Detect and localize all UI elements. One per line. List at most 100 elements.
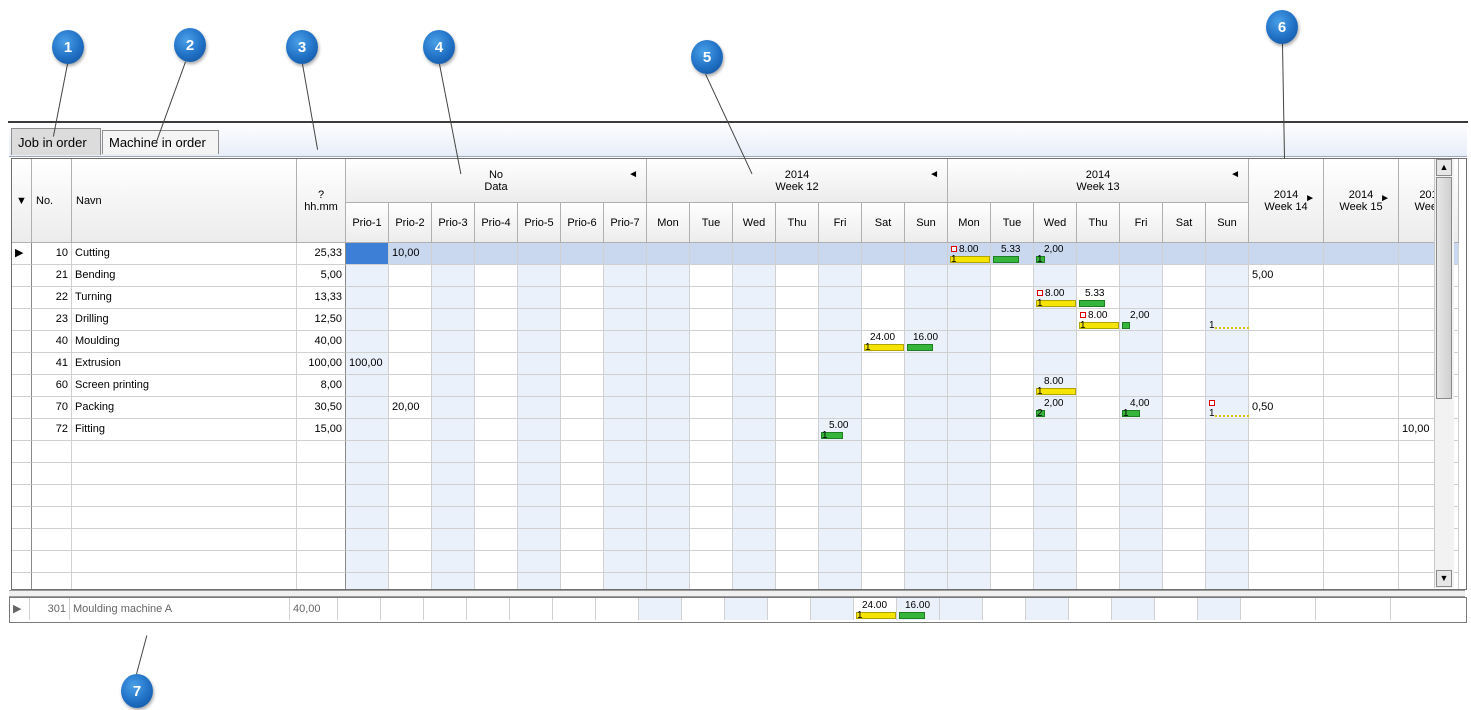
schedule-cell[interactable] bbox=[561, 529, 604, 551]
schedule-cell[interactable] bbox=[905, 485, 948, 507]
schedule-cell[interactable] bbox=[1324, 419, 1399, 441]
schedule-cell[interactable] bbox=[475, 287, 518, 309]
machine-cell[interactable] bbox=[424, 598, 467, 620]
schedule-cell[interactable] bbox=[1120, 287, 1163, 309]
schedule-cell[interactable] bbox=[1120, 419, 1163, 441]
schedule-cell[interactable] bbox=[1206, 265, 1249, 287]
schedule-cell[interactable] bbox=[1324, 331, 1399, 353]
schedule-cell[interactable] bbox=[1163, 419, 1206, 441]
tab-job-in-order[interactable]: Job in order bbox=[11, 128, 101, 155]
row-name[interactable]: Turning bbox=[72, 287, 297, 309]
schedule-cell[interactable] bbox=[862, 397, 905, 419]
row-name[interactable]: Moulding bbox=[72, 331, 297, 353]
schedule-cell[interactable] bbox=[819, 243, 862, 265]
row-indicator[interactable] bbox=[12, 441, 32, 463]
schedule-cell[interactable] bbox=[518, 441, 561, 463]
schedule-cell[interactable] bbox=[733, 463, 776, 485]
schedule-cell[interactable] bbox=[776, 309, 819, 331]
schedule-cell[interactable] bbox=[690, 353, 733, 375]
schedule-cell[interactable] bbox=[561, 463, 604, 485]
schedule-cell[interactable] bbox=[733, 397, 776, 419]
row-indicator[interactable] bbox=[12, 375, 32, 397]
schedule-cell[interactable] bbox=[905, 529, 948, 551]
machine-cell[interactable] bbox=[983, 598, 1026, 620]
schedule-cell[interactable] bbox=[1034, 507, 1077, 529]
schedule-cell[interactable] bbox=[604, 397, 647, 419]
schedule-cell[interactable] bbox=[1206, 353, 1249, 375]
schedule-cell[interactable] bbox=[432, 353, 475, 375]
schedule-cell[interactable] bbox=[1324, 529, 1399, 551]
schedule-cell[interactable] bbox=[733, 309, 776, 331]
schedule-cell[interactable] bbox=[1163, 331, 1206, 353]
schedule-cell[interactable] bbox=[819, 397, 862, 419]
schedule-cell[interactable] bbox=[948, 353, 991, 375]
schedule-cell[interactable] bbox=[389, 265, 432, 287]
schedule-cell[interactable] bbox=[604, 309, 647, 331]
schedule-cell[interactable] bbox=[1034, 353, 1077, 375]
schedule-cell[interactable] bbox=[1206, 331, 1249, 353]
schedule-cell[interactable] bbox=[776, 551, 819, 573]
schedule-cell[interactable] bbox=[819, 485, 862, 507]
schedule-cell[interactable] bbox=[432, 441, 475, 463]
schedule-cell[interactable] bbox=[1163, 573, 1206, 589]
schedule-cell[interactable] bbox=[518, 529, 561, 551]
schedule-cell[interactable] bbox=[518, 507, 561, 529]
schedule-cell[interactable] bbox=[948, 507, 991, 529]
row-indicator[interactable] bbox=[12, 463, 32, 485]
schedule-cell[interactable] bbox=[389, 309, 432, 331]
schedule-cell[interactable] bbox=[1163, 287, 1206, 309]
schedule-cell[interactable] bbox=[733, 485, 776, 507]
schedule-cell[interactable] bbox=[733, 375, 776, 397]
schedule-cell[interactable] bbox=[1249, 375, 1324, 397]
schedule-cell[interactable] bbox=[690, 331, 733, 353]
schedule-cell[interactable] bbox=[1249, 551, 1324, 573]
schedule-cell[interactable] bbox=[647, 419, 690, 441]
schedule-cell[interactable] bbox=[346, 265, 389, 287]
row-name[interactable]: Cutting bbox=[72, 243, 297, 265]
schedule-cell[interactable] bbox=[1206, 529, 1249, 551]
schedule-cell[interactable] bbox=[1120, 507, 1163, 529]
column-header-prio[interactable]: Prio-3 bbox=[432, 203, 475, 243]
schedule-cell[interactable] bbox=[475, 353, 518, 375]
schedule-cell[interactable] bbox=[819, 331, 862, 353]
schedule-cell[interactable] bbox=[1324, 485, 1399, 507]
dotted-bar[interactable] bbox=[1215, 322, 1249, 329]
schedule-cell[interactable] bbox=[948, 287, 991, 309]
schedule-cell[interactable] bbox=[948, 397, 991, 419]
schedule-cell[interactable] bbox=[948, 309, 991, 331]
schedule-cell[interactable] bbox=[561, 485, 604, 507]
schedule-cell[interactable] bbox=[604, 265, 647, 287]
schedule-cell[interactable] bbox=[389, 419, 432, 441]
schedule-cell[interactable] bbox=[475, 463, 518, 485]
scroll-down-button[interactable]: ▼ bbox=[1436, 570, 1452, 587]
schedule-cell[interactable] bbox=[776, 529, 819, 551]
schedule-cell[interactable] bbox=[1120, 243, 1163, 265]
schedule-cell[interactable] bbox=[862, 265, 905, 287]
column-header-day[interactable]: Sat bbox=[1163, 203, 1206, 243]
schedule-cell[interactable] bbox=[1034, 573, 1077, 589]
schedule-cell[interactable] bbox=[733, 419, 776, 441]
expand-arrow-icon[interactable]: ► bbox=[1380, 193, 1390, 205]
schedule-cell[interactable] bbox=[346, 375, 389, 397]
tab-machine-in-order[interactable]: Machine in order bbox=[102, 130, 219, 154]
schedule-cell[interactable] bbox=[776, 375, 819, 397]
schedule-cell[interactable] bbox=[389, 441, 432, 463]
schedule-cell[interactable] bbox=[776, 265, 819, 287]
row-name[interactable]: Bending bbox=[72, 265, 297, 287]
schedule-cell[interactable] bbox=[733, 331, 776, 353]
schedule-cell[interactable] bbox=[647, 507, 690, 529]
schedule-cell[interactable] bbox=[1163, 353, 1206, 375]
schedule-cell[interactable] bbox=[776, 243, 819, 265]
schedule-cell[interactable] bbox=[991, 353, 1034, 375]
expand-arrow-icon[interactable]: ► bbox=[1305, 193, 1315, 205]
schedule-cell[interactable] bbox=[1324, 507, 1399, 529]
pane-splitter[interactable] bbox=[9, 590, 1465, 597]
row-name[interactable]: Drilling bbox=[72, 309, 297, 331]
row-name[interactable]: Fitting bbox=[72, 419, 297, 441]
schedule-cell[interactable] bbox=[733, 287, 776, 309]
schedule-cell[interactable] bbox=[1249, 331, 1324, 353]
schedule-cell[interactable] bbox=[1324, 397, 1399, 419]
schedule-cell[interactable] bbox=[905, 419, 948, 441]
schedule-cell[interactable] bbox=[389, 551, 432, 573]
schedule-cell[interactable] bbox=[1206, 551, 1249, 573]
